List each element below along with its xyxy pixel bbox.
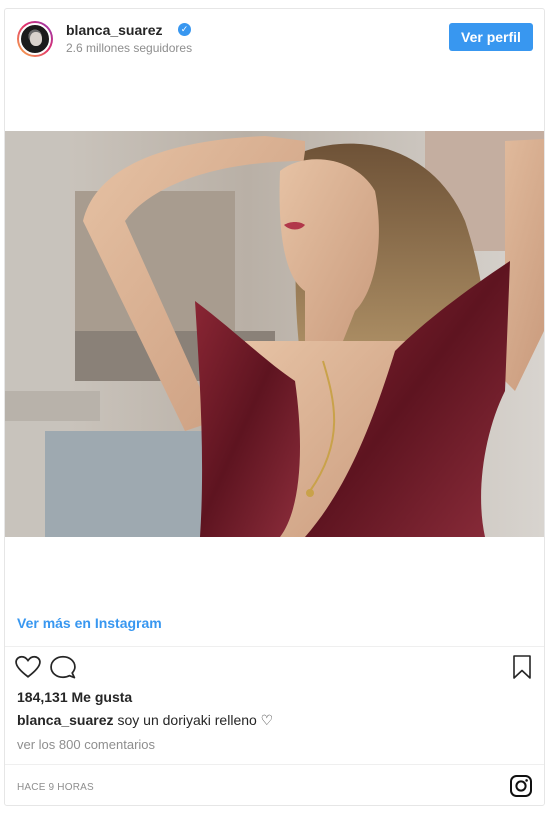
view-profile-button[interactable]: Ver perfil — [449, 23, 533, 51]
follower-count: 2.6 millones seguidores — [66, 41, 193, 55]
action-bar — [5, 654, 544, 684]
post-caption: blanca_suarez soy un doriyaki relleno ♡ — [17, 712, 273, 729]
username[interactable]: blanca_suarez — [66, 22, 163, 38]
post-header: blanca_suarez ✓ 2.6 millones seguidores … — [5, 9, 544, 67]
bookmark-icon[interactable] — [510, 654, 534, 680]
instagram-embed: blanca_suarez ✓ 2.6 millones seguidores … — [4, 8, 545, 806]
post-photo[interactable] — [5, 131, 544, 537]
view-comments-link[interactable]: ver los 800 comentarios — [17, 737, 155, 752]
verified-badge-icon: ✓ — [178, 23, 191, 36]
caption-text: soy un doriyaki relleno ♡ — [117, 712, 274, 728]
comment-icon[interactable] — [50, 654, 76, 680]
photo-illustration — [5, 131, 544, 537]
divider — [5, 646, 544, 647]
view-more-on-instagram-link[interactable]: Ver más en Instagram — [17, 615, 162, 631]
post-timestamp: HACE 9 HORAS — [17, 782, 94, 793]
divider — [5, 764, 544, 765]
heart-icon[interactable] — [15, 654, 41, 680]
caption-username[interactable]: blanca_suarez — [17, 712, 114, 728]
avatar[interactable] — [17, 21, 53, 57]
avatar-image — [19, 23, 51, 55]
instagram-icon[interactable] — [509, 774, 533, 798]
like-count[interactable]: 184,131 Me gusta — [17, 689, 132, 705]
